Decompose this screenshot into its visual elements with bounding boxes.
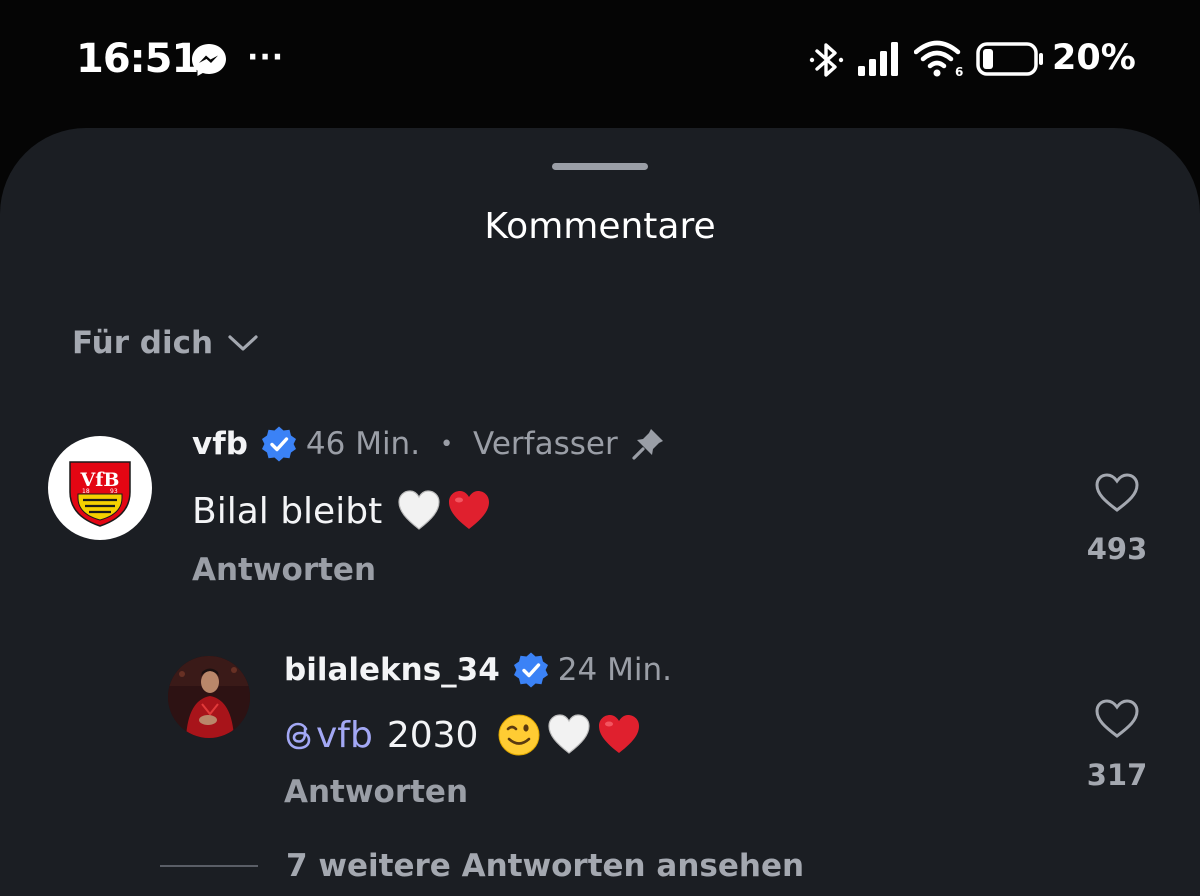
- verified-badge-icon: [513, 652, 548, 688]
- comment-text: vfb 2030: [284, 712, 642, 758]
- chevron-down-icon: [228, 335, 258, 351]
- comment-body: Bilal bleibt: [192, 490, 383, 532]
- white-heart-icon: [548, 714, 591, 754]
- view-more-replies[interactable]: 7 weitere Antworten ansehen: [160, 848, 804, 884]
- profile-photo: [168, 656, 250, 738]
- avatar-bilalekns[interactable]: [168, 656, 250, 738]
- filter-label: Für dich: [72, 325, 214, 361]
- mention-text: vfb: [316, 714, 373, 756]
- wifi-icon: 6: [914, 40, 963, 78]
- signal-icon: [858, 42, 898, 76]
- reply-button[interactable]: Antworten: [284, 774, 468, 810]
- svg-text:6: 6: [955, 65, 963, 78]
- status-time: 16:51: [76, 36, 199, 82]
- more-replies-label: 7 weitere Antworten ansehen: [286, 848, 805, 884]
- comments-sheet: Kommentare Für dich VfB 18 93 vfb 46 Min…: [0, 128, 1200, 896]
- drag-handle[interactable]: [552, 163, 648, 170]
- comment-header: vfb 46 Min. • Verfasser: [192, 425, 666, 463]
- username[interactable]: vfb: [192, 426, 248, 462]
- red-heart-icon: [449, 491, 490, 529]
- status-bar: 16:51 ··· 6 20%: [0, 0, 1200, 128]
- wink-face-icon: [498, 714, 540, 756]
- avatar-vfb[interactable]: VfB 18 93: [48, 436, 152, 540]
- white-heart-icon: [398, 490, 440, 530]
- comment-header: bilalekns_34 24 Min.: [284, 651, 672, 689]
- red-heart-icon: [599, 715, 640, 753]
- like-count: 493: [1086, 532, 1148, 566]
- battery-percentage: 20%: [1052, 38, 1136, 78]
- heart-outline-icon[interactable]: [1094, 698, 1140, 740]
- messenger-icon: [192, 44, 226, 76]
- bluetooth-icon: [809, 43, 844, 77]
- verified-badge-icon: [261, 426, 296, 462]
- pin-icon: [632, 429, 663, 460]
- heart-outline-icon[interactable]: [1094, 472, 1140, 514]
- comment-body: 2030: [386, 714, 479, 756]
- comment-time: 24 Min.: [557, 652, 672, 688]
- like-count: 317: [1086, 758, 1148, 792]
- username[interactable]: bilalekns_34: [284, 652, 500, 688]
- divider-line: [160, 865, 258, 867]
- filter-dropdown[interactable]: Für dich: [72, 325, 259, 361]
- mention-link[interactable]: vfb: [284, 715, 373, 756]
- sheet-title: Kommentare: [484, 206, 716, 247]
- crest-year-1: 18: [82, 488, 90, 495]
- battery-icon: [976, 42, 1043, 76]
- author-label: Verfasser: [473, 426, 618, 462]
- crest-year-2: 93: [110, 488, 118, 495]
- more-dots: ···: [247, 40, 285, 75]
- reply-button[interactable]: Antworten: [192, 552, 376, 588]
- comment-time: 46 Min.: [305, 426, 421, 462]
- threads-icon: [286, 722, 311, 750]
- comment-text: Bilal bleibt: [192, 488, 492, 534]
- separator-dot: •: [440, 431, 454, 457]
- vfb-crest-icon: VfB 18 93: [69, 461, 131, 527]
